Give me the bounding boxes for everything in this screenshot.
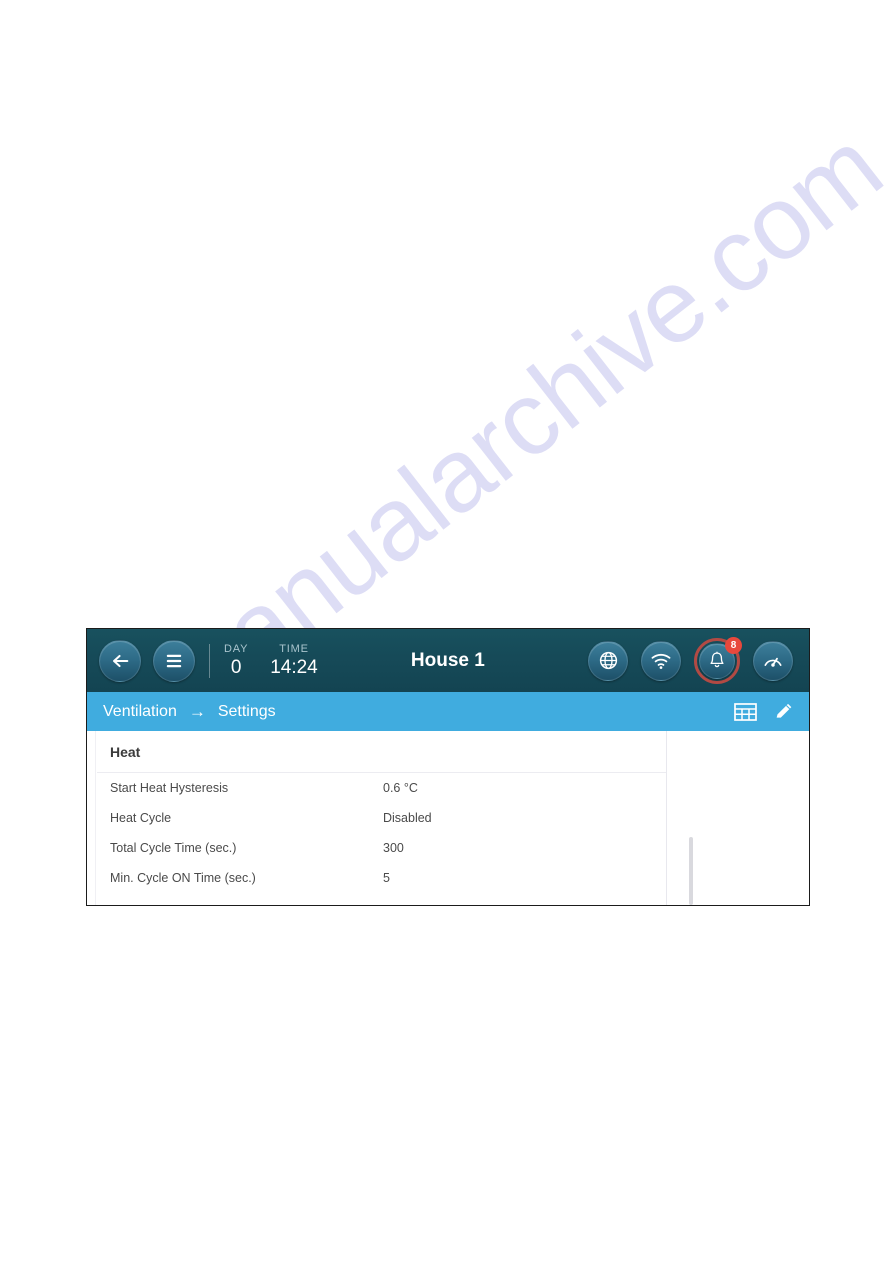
time-value: 14:24: [270, 656, 318, 678]
toolbar-right-icons: 8: [588, 636, 797, 684]
globe-button[interactable]: [588, 640, 628, 681]
toolbar-divider: [209, 643, 210, 678]
globe-icon: [599, 651, 617, 670]
row-value: 5: [383, 871, 390, 885]
time-block: TIME 14:24: [270, 642, 318, 680]
wifi-icon: [651, 653, 671, 669]
day-label: DAY: [224, 642, 249, 655]
house-title: House 1: [410, 649, 485, 671]
table-row[interactable]: Heat Cycle Disabled: [97, 803, 666, 833]
settings-table: Heat Start Heat Hysteresis 0.6 °C Heat C…: [87, 731, 667, 905]
breadcrumb-actions: [734, 701, 795, 723]
row-label: Start Heat Hysteresis: [110, 781, 229, 795]
hamburger-icon: [166, 654, 182, 667]
alarm-button[interactable]: 8: [694, 636, 742, 684]
table-row[interactable]: Start Heat Hysteresis 0.6 °C: [97, 773, 666, 803]
section-title-heat: Heat: [97, 731, 666, 773]
breadcrumb-arrow-icon: →: [188, 702, 206, 721]
row-value: 300: [383, 841, 404, 855]
back-button[interactable]: [99, 639, 141, 682]
day-time-group: DAY 0 TIME 14:24: [224, 642, 318, 680]
table-row[interactable]: Total Cycle Time (sec.) 300: [97, 833, 666, 863]
settings-content: Heat Start Heat Hysteresis 0.6 °C Heat C…: [87, 731, 809, 905]
wifi-button[interactable]: [641, 640, 681, 681]
time-label: TIME: [279, 642, 309, 655]
bell-icon: [710, 651, 724, 668]
row-label: Min. Cycle ON Time (sec.): [110, 871, 256, 885]
scrollbar-thumb[interactable]: [689, 837, 693, 905]
alarm-count-badge: 8: [725, 636, 742, 654]
edit-button[interactable]: [773, 701, 795, 723]
table-grid-icon: [734, 702, 757, 721]
day-block: DAY 0: [224, 642, 248, 680]
breadcrumb-current[interactable]: Settings: [218, 703, 276, 721]
device-screen-panel: DAY 0 TIME 14:24 House 1 8 Ventilation →…: [86, 628, 810, 906]
row-label: Total Cycle Time (sec.): [110, 841, 237, 855]
page-root: manualarchive.com DAY 0 TIME 14:24 House…: [0, 0, 893, 1263]
pencil-icon: [776, 703, 792, 718]
side-panel: [667, 731, 809, 905]
scrollbar-track[interactable]: [678, 731, 693, 905]
breadcrumb-bar: Ventilation → Settings: [87, 692, 809, 731]
row-value: Disabled: [383, 811, 432, 825]
arrow-left-icon: [113, 654, 129, 667]
gauge-button[interactable]: [753, 640, 793, 681]
row-label: Heat Cycle: [110, 811, 172, 825]
table-row[interactable]: Min. Cycle ON Time (sec.) 5: [97, 863, 666, 893]
table-view-button[interactable]: [734, 702, 757, 722]
menu-button[interactable]: [153, 639, 195, 682]
day-value: 0: [230, 656, 242, 678]
breadcrumb-root[interactable]: Ventilation: [103, 703, 177, 721]
row-value: 0.6 °C: [383, 781, 418, 795]
settings-table-inner: Heat Start Heat Hysteresis 0.6 °C Heat C…: [95, 731, 666, 905]
top-toolbar: DAY 0 TIME 14:24 House 1 8: [87, 629, 809, 692]
gauge-icon: [764, 657, 782, 667]
